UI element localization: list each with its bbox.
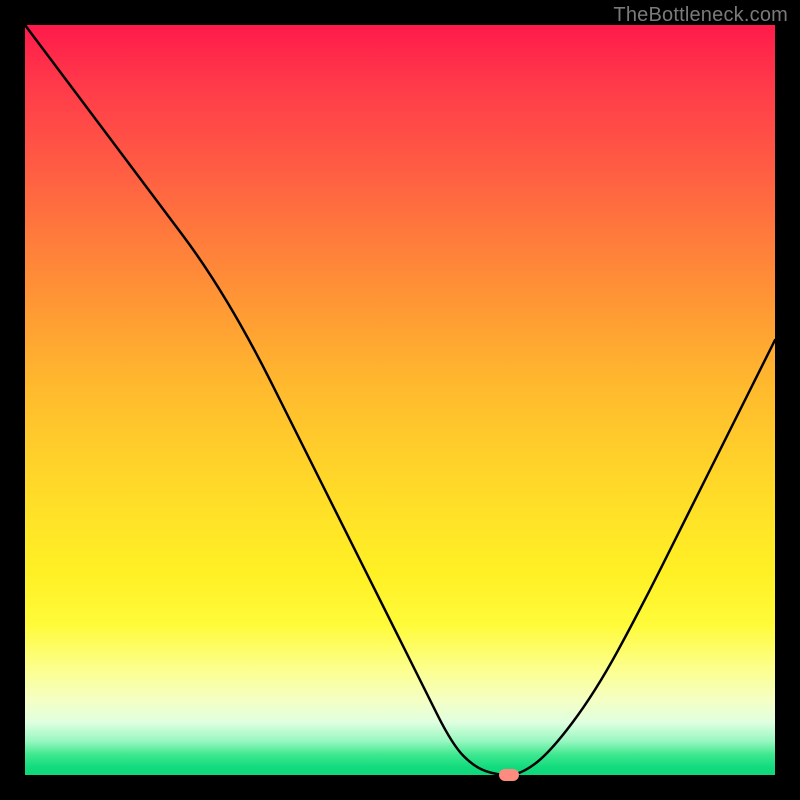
chart-frame: TheBottleneck.com: [0, 0, 800, 800]
watermark-text: TheBottleneck.com: [613, 4, 788, 27]
chart-plot-area: [25, 25, 775, 775]
optimal-marker: [499, 769, 519, 781]
bottleneck-curve: [25, 25, 775, 775]
